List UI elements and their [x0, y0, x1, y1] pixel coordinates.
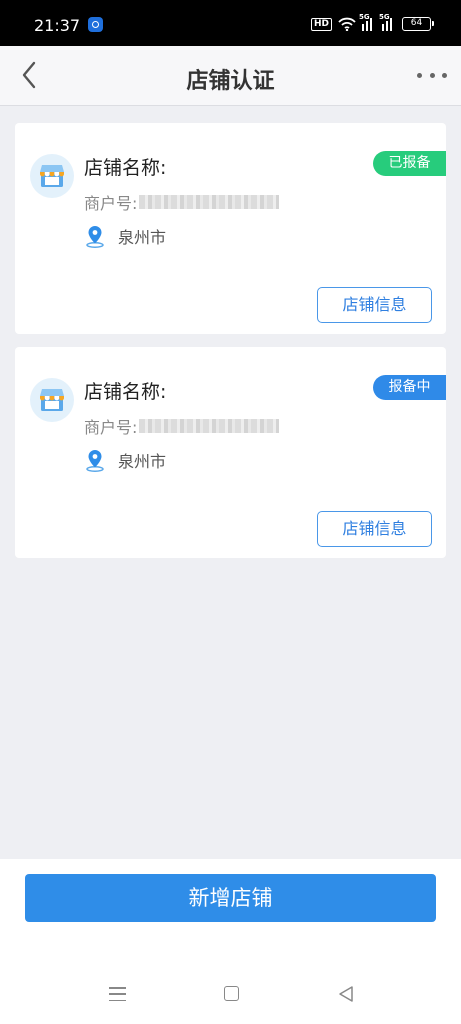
store-card: 店铺名称: 商户号: 泉州市 已报备 店铺信息: [15, 123, 446, 334]
signal-icon-2: 5G: [379, 13, 396, 31]
hd-badge: HD: [310, 17, 332, 31]
wifi-icon: [338, 17, 356, 31]
bottom-panel: 新增店铺: [0, 859, 461, 1024]
storefront-icon: [30, 378, 74, 422]
signal-icon-1: 5G: [359, 13, 376, 31]
merchant-id-row: 商户号:: [84, 414, 280, 438]
status-bar: 21:37 HD 5G 5G 64: [0, 0, 461, 46]
location-pin-icon: [84, 223, 106, 249]
more-dots-icon: [417, 72, 422, 78]
store-info-button[interactable]: 店铺信息: [317, 287, 432, 323]
battery-icon: 64: [402, 17, 434, 31]
status-time: 21:37: [34, 16, 81, 35]
city-text: 泉州市: [118, 228, 167, 247]
system-back-icon[interactable]: [337, 985, 355, 1003]
merchant-id-redacted: [139, 195, 280, 209]
store-card: 店铺名称: 商户号: 泉州市 报备中 店铺信息: [15, 347, 446, 558]
recent-apps-icon[interactable]: [109, 987, 126, 1001]
more-button[interactable]: [417, 65, 447, 85]
merchant-id-label: 商户号:: [84, 194, 138, 213]
city-text: 泉州市: [118, 452, 167, 471]
page-title: 店铺认证: [186, 69, 275, 94]
system-nav-bar: [0, 981, 461, 1011]
store-name-label: 店铺名称:: [84, 157, 167, 179]
add-store-button[interactable]: 新增店铺: [25, 874, 436, 922]
merchant-id-redacted: [139, 419, 280, 433]
storefront-icon: [30, 154, 74, 198]
nav-bar: 店铺认证: [0, 46, 461, 106]
app-notification-icon: [88, 17, 103, 32]
location-row: 泉州市: [84, 447, 166, 473]
status-badge: 已报备: [373, 151, 446, 176]
status-badge: 报备中: [373, 375, 446, 400]
merchant-id-label: 商户号:: [84, 418, 138, 437]
status-indicators: HD 5G 5G 64: [310, 13, 434, 31]
location-row: 泉州市: [84, 223, 166, 249]
location-pin-icon: [84, 447, 106, 473]
store-info-button[interactable]: 店铺信息: [317, 511, 432, 547]
store-name-label: 店铺名称:: [84, 381, 167, 403]
merchant-id-row: 商户号:: [84, 190, 280, 214]
home-icon[interactable]: [224, 986, 239, 1001]
